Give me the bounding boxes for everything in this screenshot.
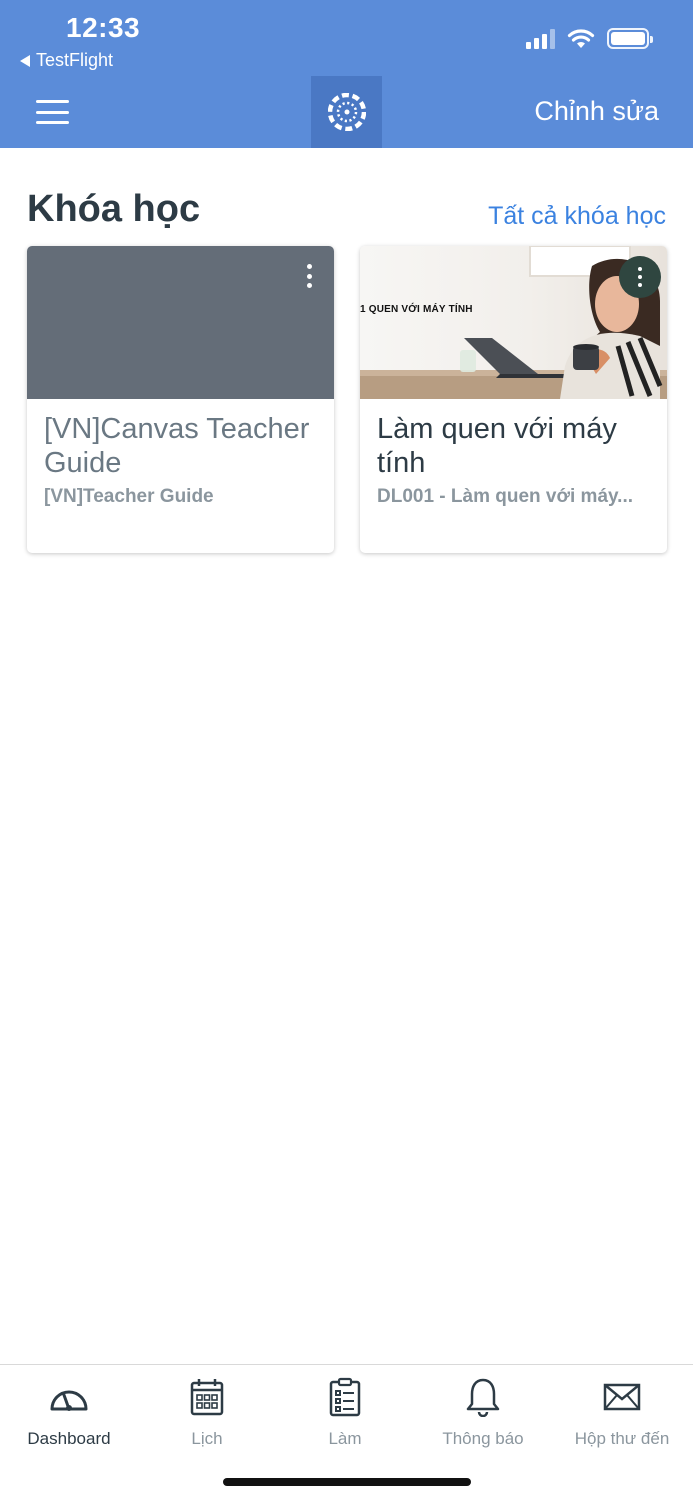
tab-label: Dashboard <box>27 1429 111 1448</box>
course-card[interactable]: [VN]Canvas Teacher Guide [VN]Teacher Gui… <box>27 246 334 553</box>
tab-label: Hộp thư đến <box>574 1429 670 1448</box>
course-title: Làm quen với máy tính <box>377 413 617 479</box>
cellular-signal-icon <box>526 29 555 49</box>
course-title: [VN]Canvas Teacher Guide <box>44 413 310 479</box>
tab-notifications[interactable]: Thông báo <box>414 1375 552 1455</box>
app-header: 12:33 TestFlight Chỉnh sửa <box>0 0 693 148</box>
tab-label: Làm <box>328 1429 362 1448</box>
back-to-testflight[interactable]: TestFlight <box>20 50 113 71</box>
bell-icon <box>465 1375 501 1419</box>
canvas-logo-icon <box>311 76 382 148</box>
back-arrow-icon <box>20 54 30 67</box>
status-icons <box>526 28 653 49</box>
back-app-label: TestFlight <box>36 50 114 70</box>
wifi-icon <box>567 29 595 48</box>
course-card-image <box>27 246 334 399</box>
status-time: 12:33 <box>66 12 141 43</box>
envelope-icon <box>603 1375 641 1419</box>
tab-calendar[interactable]: Lịch <box>138 1375 276 1455</box>
course-options-icon[interactable] <box>306 264 312 288</box>
tab-label: Thông báo <box>442 1429 524 1448</box>
course-subtitle: DL001 - Làm quen với máy... <box>377 486 634 507</box>
calendar-icon <box>190 1375 224 1419</box>
all-courses-link[interactable]: Tất cả khóa học <box>488 202 666 231</box>
course-image-caption: 1 QUEN VỚI MÁY TÍNH <box>360 304 473 315</box>
todo-clipboard-icon <box>328 1375 362 1419</box>
dashboard-gauge-icon <box>49 1375 89 1419</box>
course-card[interactable]: 1 QUEN VỚI MÁY TÍNH Làm quen với máy tín… <box>360 246 667 553</box>
battery-icon <box>607 28 653 49</box>
courses-section-title: Khóa học <box>27 188 201 230</box>
course-options-icon[interactable] <box>619 256 661 298</box>
course-subtitle: [VN]Teacher Guide <box>44 486 214 507</box>
tab-todo[interactable]: Làm <box>276 1375 414 1455</box>
tab-label: Lịch <box>191 1429 223 1448</box>
hamburger-menu-button[interactable] <box>36 100 69 124</box>
edit-button[interactable]: Chỉnh sửa <box>534 96 659 127</box>
tab-inbox[interactable]: Hộp thư đến <box>553 1375 691 1455</box>
home-indicator[interactable] <box>223 1478 471 1486</box>
tab-dashboard[interactable]: Dashboard <box>0 1375 138 1455</box>
